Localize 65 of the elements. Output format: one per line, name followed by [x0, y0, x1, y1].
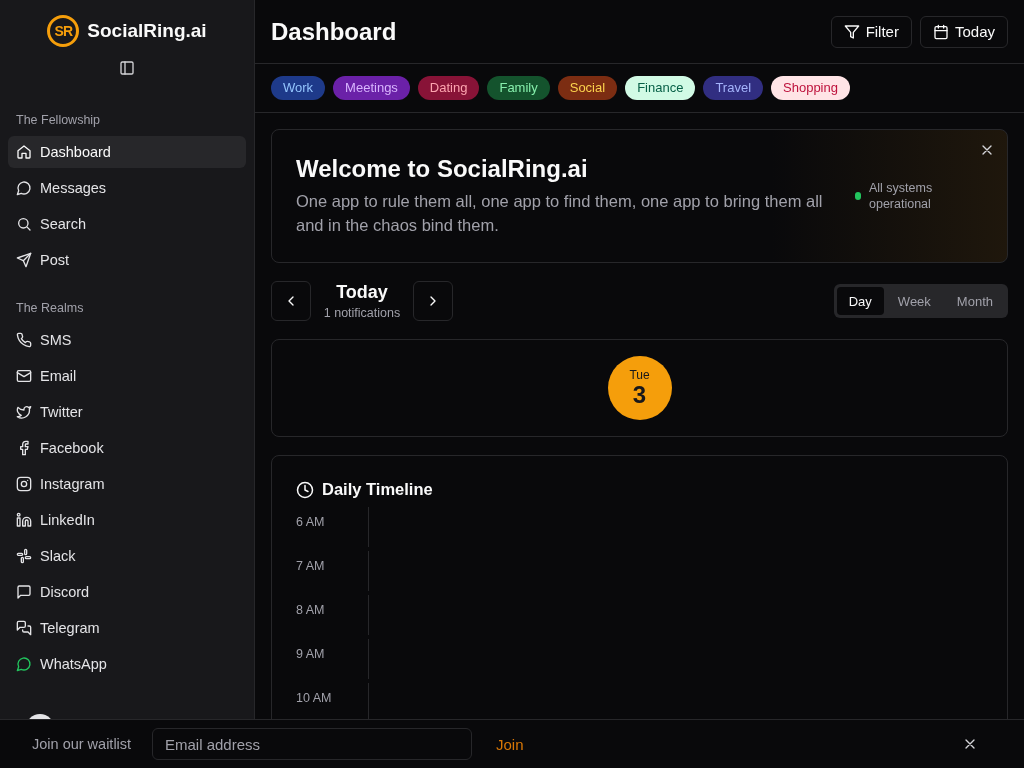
chat-bubble-icon — [16, 180, 32, 196]
category-tag[interactable]: Shopping — [771, 76, 850, 100]
category-tag[interactable]: Social — [557, 76, 618, 100]
sidebar-item[interactable]: Facebook — [8, 432, 246, 464]
hour-label: 10 AM — [296, 690, 333, 707]
sidebar-item[interactable]: SMS — [8, 324, 246, 356]
sidebar-item[interactable]: Search — [8, 208, 246, 240]
welcome-text: One app to rule them all, one app to find them, one app to bring them all and in the chaos bind them. — [296, 191, 824, 236]
selected-day[interactable]: Tue 3 — [607, 356, 672, 420]
category-tag[interactable]: Work — [271, 76, 326, 100]
home-icon — [16, 144, 32, 160]
brand-name: SocialRing.ai — [87, 20, 207, 42]
clock-icon — [296, 480, 314, 499]
sidebar-item[interactable]: Post — [8, 244, 246, 276]
sidebar-item[interactable]: WhatsApp — [8, 648, 246, 680]
two-chat-bubbles-icon — [16, 620, 32, 636]
slack-icon — [16, 548, 32, 564]
category-tag[interactable]: Finance — [625, 76, 696, 100]
welcome-title: Welcome to SocialRing.ai — [296, 155, 589, 183]
sidebar-item[interactable]: Dashboard — [8, 136, 246, 168]
calendar-icon — [932, 23, 949, 40]
linkedin-icon — [16, 512, 32, 528]
category-tag[interactable]: Travel — [703, 76, 764, 100]
filter-button[interactable]: Filter — [830, 15, 912, 48]
sidebar-item[interactable]: Discord — [8, 576, 246, 608]
search-icon — [16, 216, 32, 232]
hour-label: 9 AM — [296, 646, 326, 663]
sidebar-item[interactable]: Messages — [8, 172, 246, 204]
view-tab[interactable]: Month — [944, 287, 1005, 315]
sidebar-item[interactable]: Twitter — [8, 396, 246, 428]
category-tag[interactable]: Meetings — [333, 76, 410, 100]
sidebar-toggle-icon — [119, 60, 135, 76]
phone-icon — [16, 332, 32, 348]
notification-count: 1 notifications — [323, 306, 401, 320]
section-heading: The Fellowship — [15, 112, 102, 129]
chat-bubble-icon — [16, 656, 32, 672]
view-tab[interactable]: Day — [836, 287, 884, 315]
view-tab[interactable]: Week — [885, 287, 943, 315]
category-tag[interactable]: Family — [487, 76, 550, 100]
sidebar-item[interactable]: Slack — [8, 540, 246, 572]
sidebar-item[interactable]: LinkedIn — [8, 504, 246, 536]
hour-label: 8 AM — [296, 602, 326, 619]
sidebar-item[interactable]: Telegram — [8, 612, 246, 644]
envelope-icon — [16, 368, 32, 384]
today-button[interactable]: Today — [919, 15, 1008, 48]
brand-logo: SR — [47, 15, 80, 47]
calendar-title: Today — [336, 282, 388, 303]
join-button[interactable]: Join — [488, 735, 532, 753]
weekday-label: Tue — [629, 368, 650, 382]
instagram-icon — [16, 476, 32, 492]
category-tag[interactable]: Dating — [417, 76, 480, 100]
sidebar-item[interactable]: Instagram — [8, 468, 246, 500]
status-text: All systems operational — [869, 180, 934, 212]
hour-label: 6 AM — [296, 514, 326, 531]
date-number: 3 — [632, 382, 647, 408]
filter-icon — [843, 23, 860, 40]
timeline-title: Daily Timeline — [322, 480, 433, 499]
page-title: Dashboard — [271, 17, 397, 46]
email-field[interactable]: Email address — [152, 728, 472, 760]
section-heading: The Realms — [15, 300, 85, 317]
paper-plane-icon — [16, 252, 32, 268]
waitlist-label: Join our waitlist — [32, 736, 133, 752]
bird-icon — [16, 404, 32, 420]
hour-label: 7 AM — [296, 558, 326, 575]
sidebar-item[interactable]: Email — [8, 360, 246, 392]
